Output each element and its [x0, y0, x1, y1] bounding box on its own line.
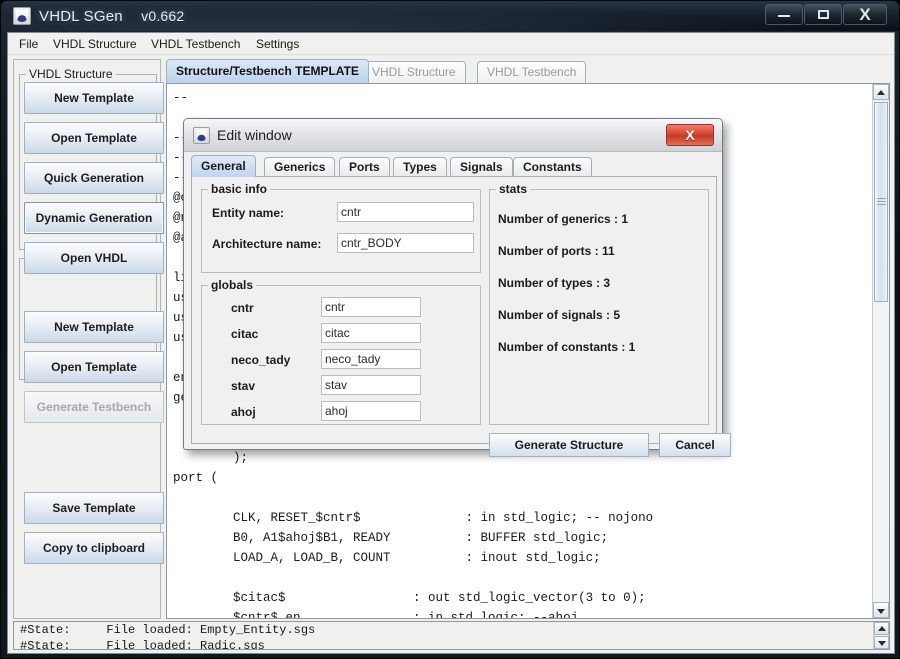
menu-vhdl-testbench[interactable]: VHDL Testbench: [146, 36, 245, 53]
generate-structure-button[interactable]: Generate Structure: [489, 433, 649, 457]
menu-settings[interactable]: Settings: [251, 36, 304, 53]
entity-name-input[interactable]: cntr: [337, 202, 474, 222]
java-cup-icon: [13, 7, 31, 25]
application-window: VHDL SGen v0.662 X File VHDL Structure V…: [0, 0, 900, 659]
group-globals-legend: globals: [208, 278, 257, 292]
client-area: File VHDL Structure VHDL Testbench Setti…: [7, 32, 895, 654]
architecture-name-input[interactable]: cntr_BODY: [337, 233, 474, 253]
close-icon[interactable]: X: [843, 4, 887, 25]
dialog-tabstrip: General Generics Ports Types Signals Con…: [191, 155, 717, 177]
stat-number-of-ports: Number of ports : 11: [498, 244, 615, 258]
status-log-panel[interactable]: #State: No file opened! Open testbench/t…: [13, 621, 890, 650]
chevron-down-icon[interactable]: [873, 602, 889, 618]
globals-row-input[interactable]: stav: [321, 375, 421, 395]
group-stats-legend: stats: [496, 182, 531, 196]
group-stats: stats Number of generics : 1 Number of p…: [489, 182, 709, 425]
dialog-title-text: Edit window: [217, 127, 292, 143]
minimize-icon[interactable]: [765, 4, 803, 25]
menu-file[interactable]: File: [14, 36, 43, 53]
globals-row-input[interactable]: ahoj: [321, 401, 421, 421]
sidebar-button-save-template[interactable]: Save Template: [24, 492, 164, 524]
tab-signals[interactable]: Signals: [450, 157, 513, 177]
window-version-text: v0.662: [141, 8, 185, 24]
group-basic-info-legend: basic info: [208, 182, 271, 196]
sidebar-button-copy-to-clipboard[interactable]: Copy to clipboard: [24, 532, 164, 564]
tab-generics[interactable]: Generics: [264, 157, 336, 177]
tab-general[interactable]: General: [191, 155, 256, 177]
globals-row-label: cntr: [231, 301, 254, 315]
globals-row-label: stav: [231, 379, 256, 393]
window-titlebar: VHDL SGen v0.662 X: [1, 1, 899, 31]
sidebar: VHDL Structure VHDL Testbench New Templa…: [13, 59, 164, 619]
dialog-titlebar: Edit window X: [184, 119, 722, 152]
close-icon[interactable]: X: [666, 124, 714, 146]
log-vertical-scrollbar[interactable]: [873, 622, 889, 649]
cancel-button[interactable]: Cancel: [659, 433, 731, 457]
globals-row-label: neco_tady: [231, 353, 291, 367]
chevron-up-icon[interactable]: [873, 84, 889, 100]
sidebar-button-open-vhdl[interactable]: Open VHDL: [24, 242, 164, 274]
edit-window-dialog: Edit window X General Generics Ports Typ…: [183, 118, 731, 457]
label-entity-name: Entity name:: [212, 206, 285, 220]
chevron-down-icon[interactable]: [874, 636, 889, 649]
chevron-up-icon[interactable]: [874, 622, 889, 635]
group-vhdl-structure-legend: VHDL Structure: [26, 67, 116, 81]
label-architecture-name: Architecture name:: [212, 237, 322, 251]
tab-vhdl-structure[interactable]: VHDL Structure: [362, 61, 466, 83]
window-title-text: VHDL SGen: [39, 8, 123, 25]
tab-vhdl-testbench[interactable]: VHDL Testbench: [477, 61, 587, 83]
tab-constants[interactable]: Constants: [513, 157, 592, 177]
sidebar-button-dynamic-generation[interactable]: Dynamic Generation: [24, 202, 164, 234]
globals-row-input[interactable]: citac: [321, 323, 421, 343]
sidebar-button-testbench-open-template[interactable]: Open Template: [24, 351, 164, 383]
sidebar-button-new-template[interactable]: New Template: [24, 82, 164, 114]
status-log-text: #State: No file opened! Open testbench/t…: [20, 623, 316, 650]
tab-structure-testbench-template[interactable]: Structure/Testbench TEMPLATE: [166, 59, 369, 83]
sidebar-button-generate-testbench: Generate Testbench: [24, 391, 164, 423]
menubar: File VHDL Structure VHDL Testbench Setti…: [8, 33, 894, 55]
globals-row-input[interactable]: neco_tady: [321, 349, 421, 369]
sidebar-button-testbench-new-template[interactable]: New Template: [24, 311, 164, 343]
scrollbar-thumb[interactable]: [874, 102, 888, 302]
main-tabstrip: Structure/Testbench TEMPLATE VHDL Struct…: [166, 59, 890, 83]
dialog-body-general: basic info Entity name: Architecture nam…: [191, 176, 731, 457]
group-globals: globals cntr cntr citac citac neco_tady …: [201, 278, 481, 425]
stat-number-of-types: Number of types : 3: [498, 276, 611, 290]
stat-number-of-generics: Number of generics : 1: [498, 212, 629, 226]
editor-vertical-scrollbar[interactable]: [872, 84, 889, 618]
tab-ports[interactable]: Ports: [339, 157, 390, 177]
window-title: VHDL SGen v0.662: [39, 5, 184, 27]
group-basic-info: basic info Entity name: Architecture nam…: [201, 182, 481, 273]
tab-types[interactable]: Types: [393, 157, 447, 177]
sidebar-button-quick-generation[interactable]: Quick Generation: [24, 162, 164, 194]
globals-row-label: citac: [231, 327, 259, 341]
globals-row-label: ahoj: [231, 405, 256, 419]
sidebar-button-open-template[interactable]: Open Template: [24, 122, 164, 154]
globals-row-input[interactable]: cntr: [321, 297, 421, 317]
java-cup-icon: [193, 127, 210, 144]
menu-vhdl-structure[interactable]: VHDL Structure: [48, 36, 142, 53]
stat-number-of-constants: Number of constants : 1: [498, 340, 636, 354]
stat-number-of-signals: Number of signals : 5: [498, 308, 621, 322]
maximize-icon[interactable]: [804, 4, 842, 25]
